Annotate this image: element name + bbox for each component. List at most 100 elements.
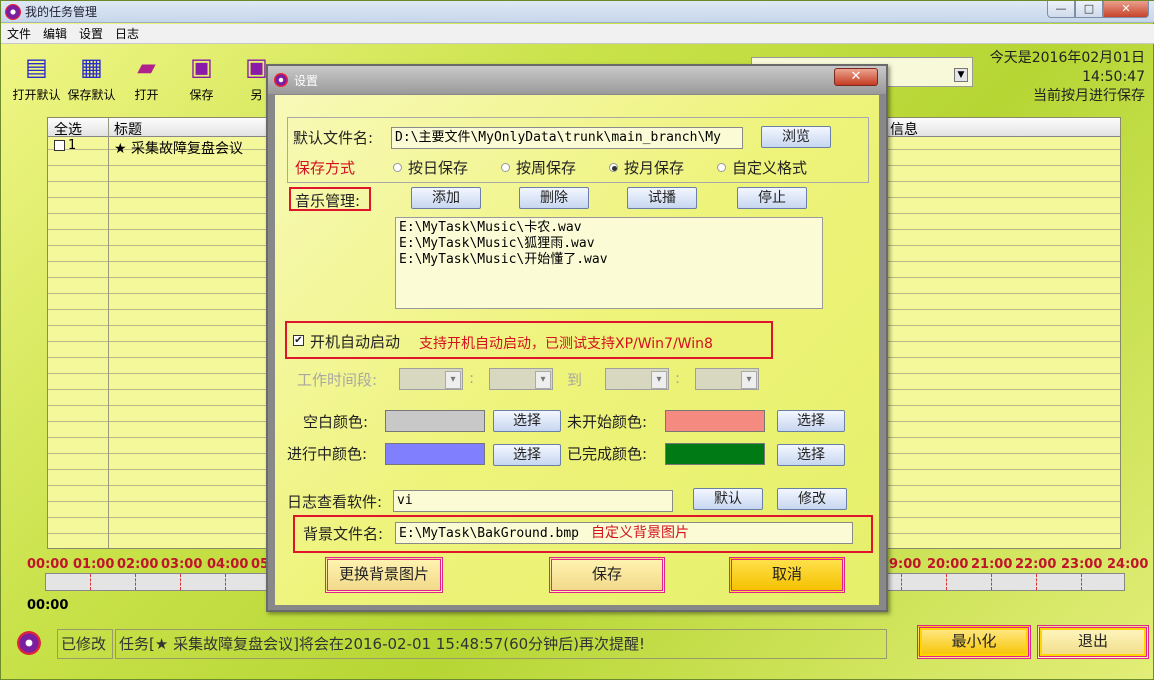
minimize-window-button[interactable]: — bbox=[1047, 1, 1075, 18]
blank-color-label: 空白颜色: bbox=[303, 413, 369, 431]
tl-label: 21:00 bbox=[971, 557, 1013, 572]
tl-label: 23:00 bbox=[1061, 557, 1103, 572]
dialog-close-button[interactable]: ✕ bbox=[834, 68, 878, 86]
tl-label: 9:00 bbox=[889, 557, 922, 572]
radio-custom[interactable]: 自定义格式 bbox=[717, 157, 807, 178]
to-label: 到 bbox=[567, 371, 583, 389]
date-line: 今天是2016年02月01日 bbox=[989, 50, 1145, 66]
menu-settings[interactable]: 设置 bbox=[79, 25, 103, 42]
title-bar[interactable]: 我的任务管理 — □ ✕ bbox=[1, 1, 1154, 23]
bg-file-input[interactable]: E:\MyTask\BakGround.bmp 自定义背景图片 bbox=[395, 522, 853, 544]
status-bar: 已修改 任务[★ 采集故障复盘会议]将会在2016-02-01 15:48:57… bbox=[9, 627, 889, 661]
open-default-button[interactable]: ▤ 打开默认 bbox=[9, 49, 64, 105]
work-start-min[interactable] bbox=[489, 368, 553, 390]
radio-daily[interactable]: 按日保存 bbox=[393, 157, 468, 178]
notstarted-color-swatch bbox=[665, 410, 765, 432]
gear-icon bbox=[274, 73, 288, 87]
tl-label: 04:00 bbox=[207, 557, 249, 572]
list-item[interactable]: E:\MyTask\Music\开始懂了.wav bbox=[399, 252, 819, 268]
work-time-label: 工作时间段: bbox=[297, 371, 378, 389]
stop-music-button[interactable]: 停止 bbox=[737, 187, 807, 209]
date-info: 今天是2016年02月01日 14:50:47 当前按月进行保存 bbox=[990, 49, 1145, 106]
default-file-label: 默认文件名: bbox=[293, 129, 374, 147]
maximize-window-button[interactable]: □ bbox=[1075, 1, 1103, 18]
delete-music-button[interactable]: 删除 bbox=[519, 187, 589, 209]
row-checkbox[interactable] bbox=[54, 140, 65, 151]
menu-file[interactable]: 文件 bbox=[7, 25, 31, 42]
change-bg-button[interactable]: 更换背景图片 bbox=[325, 557, 443, 593]
exit-button[interactable]: 退出 bbox=[1037, 625, 1149, 659]
choose-done-color-button[interactable]: 选择 bbox=[777, 444, 845, 466]
music-list[interactable]: E:\MyTask\Music\卡农.wav E:\MyTask\Music\狐… bbox=[395, 217, 823, 309]
settings-dialog: 设置 ✕ 默认文件名: D:\主要文件\MyOnlyData\trunk\mai… bbox=[266, 64, 888, 612]
choose-notstarted-color-button[interactable]: 选择 bbox=[777, 410, 845, 432]
tl-label: 03:00 bbox=[161, 557, 203, 572]
tl-label: 22:00 bbox=[1015, 557, 1057, 572]
open-default-icon: ▤ bbox=[25, 53, 48, 81]
play-music-button[interactable]: 试播 bbox=[627, 187, 697, 209]
dialog-save-button[interactable]: 保存 bbox=[549, 557, 665, 593]
add-music-button[interactable]: 添加 bbox=[411, 187, 481, 209]
default-file-input[interactable]: D:\主要文件\MyOnlyData\trunk\main_branch\My bbox=[391, 127, 743, 149]
log-default-button[interactable]: 默认 bbox=[693, 488, 763, 510]
dialog-body: 默认文件名: D:\主要文件\MyOnlyData\trunk\main_bra… bbox=[274, 94, 880, 606]
radio-checked-icon bbox=[609, 163, 618, 172]
dialog-cancel-button[interactable]: 取消 bbox=[729, 557, 845, 593]
save-mode-line: 当前按月进行保存 bbox=[1033, 88, 1145, 104]
toolbar: ▤ 打开默认 ▦ 保存默认 ▰ 打开 ▣ 保存 ▣ 另 bbox=[9, 49, 284, 105]
tl-label: 01:00 bbox=[73, 557, 115, 572]
floppy-icon: ▣ bbox=[190, 53, 213, 81]
radio-icon bbox=[501, 163, 510, 172]
save-default-icon: ▦ bbox=[80, 53, 103, 81]
menu-edit[interactable]: 编辑 bbox=[43, 25, 67, 42]
save-mode-label: 保存方式 bbox=[295, 159, 356, 177]
log-viewer-label: 日志查看软件: bbox=[287, 493, 383, 511]
log-modify-button[interactable]: 修改 bbox=[777, 488, 847, 510]
open-button[interactable]: ▰ 打开 bbox=[119, 49, 174, 105]
work-end-hour[interactable] bbox=[605, 368, 669, 390]
dialog-title: 设置 bbox=[294, 74, 319, 88]
save-default-button[interactable]: ▦ 保存默认 bbox=[64, 49, 119, 105]
folder-open-icon: ▰ bbox=[137, 53, 156, 81]
colon-sep: : bbox=[469, 369, 475, 387]
time-line: 14:50:47 bbox=[1082, 69, 1145, 85]
tl-label: 02:00 bbox=[117, 557, 159, 572]
info-header[interactable]: 信息 bbox=[890, 119, 918, 139]
choose-blank-color-button[interactable]: 选择 bbox=[493, 410, 561, 432]
notstarted-color-label: 未开始颜色: bbox=[567, 413, 648, 431]
bg-note: 自定义背景图片 bbox=[591, 525, 690, 541]
done-color-label: 已完成颜色: bbox=[567, 445, 648, 463]
dialog-title-bar[interactable]: 设置 ✕ bbox=[268, 66, 886, 94]
radio-icon bbox=[717, 163, 726, 172]
tl-label: 00:00 bbox=[27, 557, 69, 572]
radio-monthly[interactable]: 按月保存 bbox=[609, 157, 684, 178]
choose-inprogress-color-button[interactable]: 选择 bbox=[493, 444, 561, 466]
inprogress-color-label: 进行中颜色: bbox=[287, 445, 368, 463]
autostart-checkbox[interactable]: ✔ 开机自动启动 bbox=[293, 331, 400, 352]
tl-label: 24:00 bbox=[1107, 557, 1149, 572]
window-title: 我的任务管理 bbox=[25, 5, 98, 19]
inprogress-color-swatch bbox=[385, 443, 485, 465]
radio-icon bbox=[393, 163, 402, 172]
minimize-button[interactable]: 最小化 bbox=[917, 625, 1031, 659]
save-button[interactable]: ▣ 保存 bbox=[174, 49, 229, 105]
done-color-swatch bbox=[665, 443, 765, 465]
work-end-min[interactable] bbox=[695, 368, 759, 390]
browse-button[interactable]: 浏览 bbox=[761, 126, 831, 148]
radio-weekly[interactable]: 按周保存 bbox=[501, 157, 576, 178]
work-start-hour[interactable] bbox=[399, 368, 463, 390]
close-window-button[interactable]: ✕ bbox=[1103, 1, 1149, 18]
music-label: 音乐管理: bbox=[295, 192, 361, 210]
title-header[interactable]: 标题 bbox=[114, 119, 142, 139]
select-all-header[interactable]: 全选 bbox=[54, 119, 82, 139]
checkmark-icon: ✔ bbox=[293, 335, 304, 346]
list-item[interactable]: E:\MyTask\Music\卡农.wav bbox=[399, 220, 819, 236]
list-item[interactable]: E:\MyTask\Music\狐狸雨.wav bbox=[399, 236, 819, 252]
row-title: ★ 采集故障复盘会议 bbox=[114, 141, 244, 157]
bg-file-label: 背景文件名: bbox=[303, 525, 384, 543]
colon-sep: : bbox=[675, 369, 681, 387]
chevron-down-icon: ▼ bbox=[954, 68, 968, 82]
status-message: 任务[★ 采集故障复盘会议]将会在2016-02-01 15:48:57(60分… bbox=[115, 629, 887, 659]
log-viewer-input[interactable]: vi bbox=[393, 490, 673, 512]
menu-log[interactable]: 日志 bbox=[115, 25, 139, 42]
